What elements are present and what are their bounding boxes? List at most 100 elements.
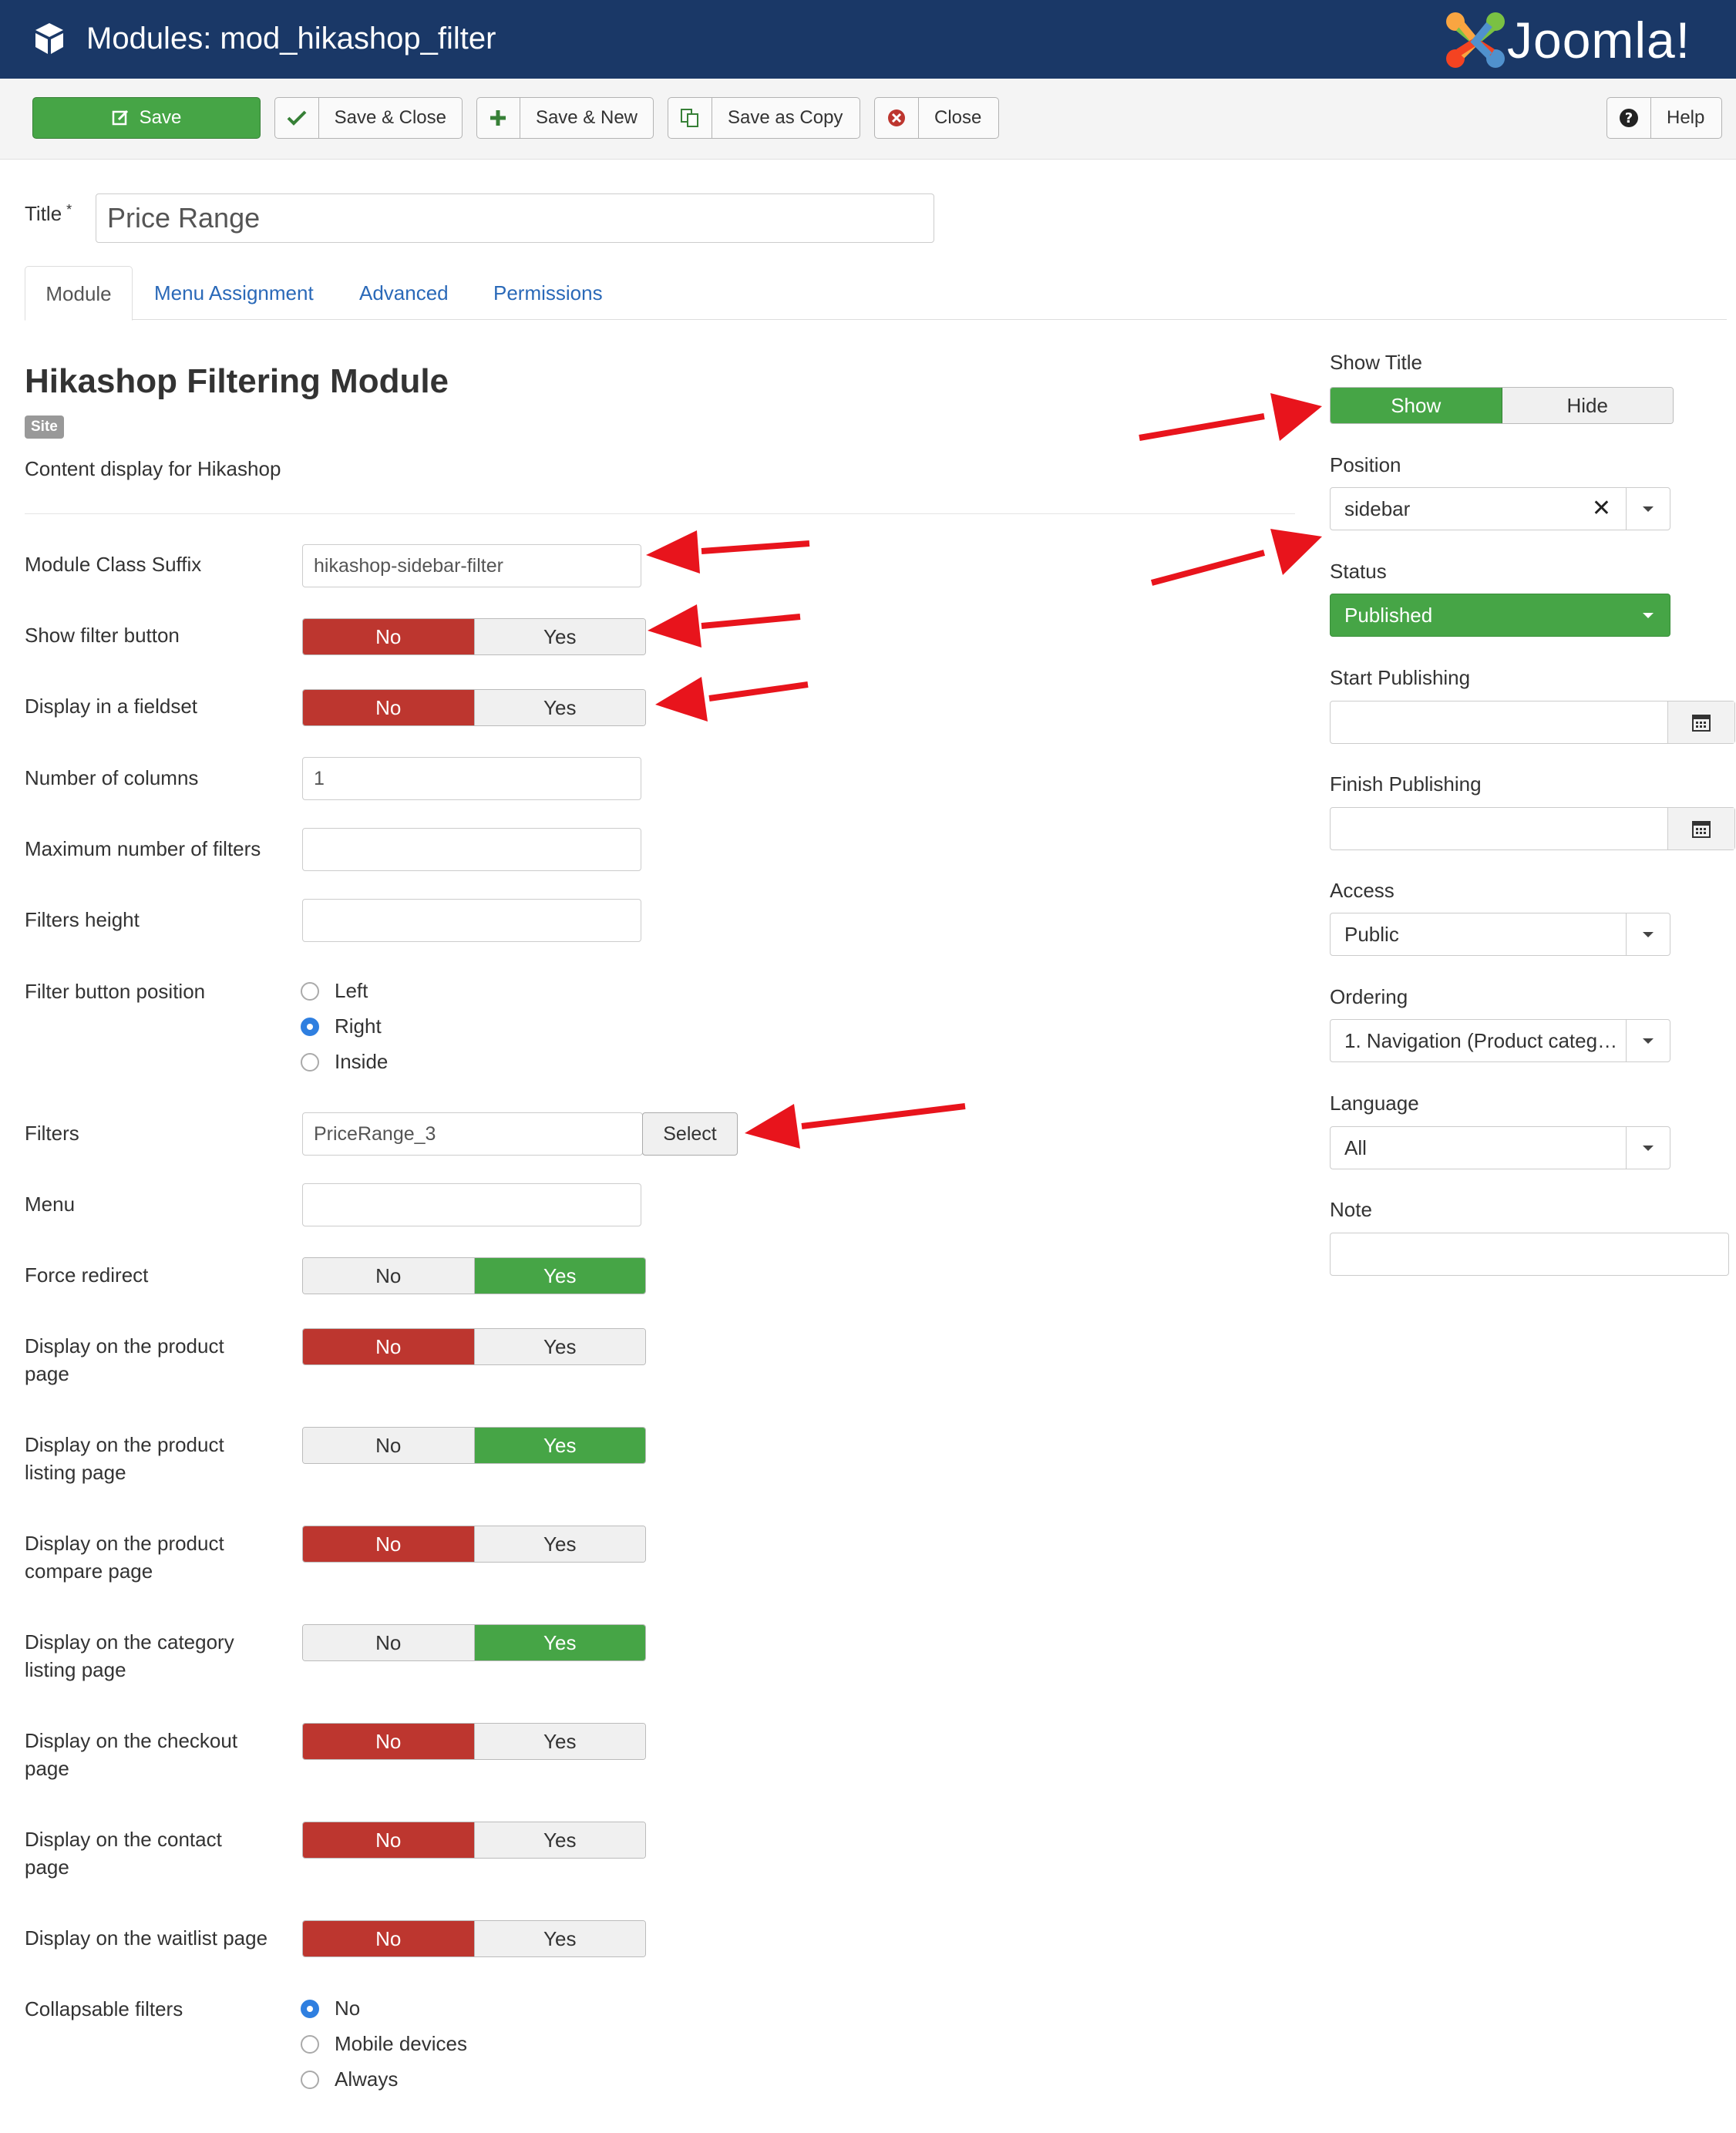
toggle-no[interactable]: No (303, 619, 475, 654)
max-filters-input[interactable] (302, 828, 641, 871)
access-select[interactable]: Public (1330, 913, 1670, 956)
top-header: Modules: mod_hikashop_filter Joomla! (0, 0, 1736, 79)
radio-left[interactable]: Left (301, 979, 368, 1003)
product-listing-toggle[interactable]: No Yes (302, 1427, 646, 1464)
class-suffix-input[interactable]: hikashop-sidebar-filter (302, 544, 641, 587)
save-as-copy-button[interactable]: Save as Copy (668, 97, 860, 139)
position-select[interactable]: sidebar ✕ (1330, 487, 1670, 530)
edit-icon (112, 98, 130, 138)
arrow-show-filter (648, 604, 801, 648)
clear-x-icon[interactable]: ✕ (1592, 488, 1611, 530)
toggle-yes[interactable]: Yes (474, 1428, 645, 1463)
start-publishing-input[interactable] (1330, 701, 1735, 744)
radio-circle[interactable] (301, 2034, 319, 2054)
toggle-no[interactable]: No (303, 1921, 475, 1956)
page-title: Modules: mod_hikashop_filter (86, 22, 496, 56)
ordering-select[interactable]: 1. Navigation (Product categ… (1330, 1019, 1670, 1062)
finish-publishing-input[interactable] (1330, 807, 1735, 850)
plus-icon (477, 98, 520, 138)
chevron-down-icon[interactable] (1626, 913, 1670, 955)
product-compare-toggle[interactable]: No Yes (302, 1526, 646, 1563)
toggle-no[interactable]: No (303, 690, 475, 725)
filters-height-label: Filters height (25, 908, 140, 931)
contact-page-label: Display on the contact page (25, 1828, 222, 1879)
filter-button-position-label: Filter button position (25, 980, 206, 1003)
radio-circle[interactable] (301, 1052, 319, 1072)
show-filter-button-toggle[interactable]: No Yes (302, 618, 646, 655)
toggle-yes[interactable]: Yes (474, 1724, 645, 1759)
toggle-yes[interactable]: Yes (474, 619, 645, 654)
product-page-toggle[interactable]: No Yes (302, 1328, 646, 1365)
radio-circle-checked[interactable] (301, 1017, 319, 1036)
start-publishing-label: Start Publishing (1330, 666, 1471, 689)
note-input[interactable] (1330, 1233, 1729, 1276)
toggle-yes[interactable]: Yes (474, 1258, 645, 1294)
contact-page-toggle[interactable]: No Yes (302, 1822, 646, 1859)
radio-circle-checked[interactable] (301, 1999, 319, 2018)
radio-collapse-always[interactable]: Always (301, 2067, 398, 2091)
tab-permissions[interactable]: Permissions (493, 266, 603, 320)
toggle-yes[interactable]: Yes (474, 1625, 645, 1660)
force-redirect-toggle[interactable]: No Yes (302, 1257, 646, 1294)
radio-right[interactable]: Right (301, 1014, 382, 1038)
chevron-down-icon[interactable] (1627, 594, 1670, 636)
filters-label: Filters (25, 1122, 79, 1145)
page: { "header": { "title": "Modules: mod_hik… (0, 0, 1736, 2133)
filters-height-input[interactable] (302, 899, 641, 942)
toggle-no[interactable]: No (303, 1526, 475, 1562)
save-button[interactable]: Save (32, 97, 261, 139)
waitlist-page-label: Display on the waitlist page (25, 1926, 268, 1950)
toggle-yes[interactable]: Yes (474, 1822, 645, 1858)
ordering-label: Ordering (1330, 985, 1408, 1008)
status-select[interactable]: Published (1330, 594, 1670, 637)
tab-module[interactable]: Module (25, 266, 133, 321)
tab-menu-assignment[interactable]: Menu Assignment (154, 266, 314, 320)
display-fieldset-toggle[interactable]: No Yes (302, 689, 646, 726)
calendar-icon[interactable] (1667, 808, 1734, 849)
toggle-no[interactable]: No (303, 1724, 475, 1759)
close-button[interactable]: Close (874, 97, 999, 139)
language-label: Language (1330, 1092, 1419, 1115)
radio-circle[interactable] (301, 2070, 319, 2089)
language-select[interactable]: All (1330, 1126, 1670, 1169)
chevron-down-icon[interactable] (1626, 488, 1670, 530)
save-close-button[interactable]: Save & Close (274, 97, 463, 139)
toggle-no[interactable]: No (303, 1625, 475, 1660)
toggle-yes[interactable]: Yes (474, 690, 645, 725)
toggle-no[interactable]: No (303, 1329, 475, 1364)
toggle-yes[interactable]: Yes (474, 1329, 645, 1364)
title-input[interactable]: Price Range (96, 193, 934, 243)
menu-input[interactable] (302, 1183, 641, 1226)
show-title-toggle[interactable]: Show Hide (1330, 387, 1674, 424)
finish-publishing-label: Finish Publishing (1330, 772, 1482, 796)
filters-select-button[interactable]: Select (642, 1112, 738, 1156)
radio-collapse-no[interactable]: No (301, 1997, 360, 2020)
radio-circle[interactable] (301, 981, 319, 1001)
collapsable-label: Collapsable filters (25, 1997, 183, 2020)
radio-inside[interactable]: Inside (301, 1050, 388, 1074)
toggle-no[interactable]: No (303, 1258, 475, 1294)
toggle-yes[interactable]: Yes (474, 1526, 645, 1562)
arrow-fieldset (655, 677, 809, 722)
toggle-hide[interactable]: Hide (1502, 388, 1673, 423)
calendar-icon[interactable] (1667, 701, 1734, 743)
toggle-show[interactable]: Show (1331, 388, 1502, 423)
chevron-down-icon[interactable] (1626, 1127, 1670, 1169)
tab-advanced[interactable]: Advanced (359, 266, 449, 320)
site-badge: Site (25, 415, 64, 439)
columns-input[interactable]: 1 (302, 757, 641, 800)
toggle-no[interactable]: No (303, 1428, 475, 1463)
checkout-page-toggle[interactable]: No Yes (302, 1723, 646, 1760)
help-button[interactable]: ? Help (1606, 97, 1722, 139)
waitlist-page-toggle[interactable]: No Yes (302, 1920, 646, 1957)
class-suffix-label: Module Class Suffix (25, 553, 202, 576)
radio-collapse-mobile[interactable]: Mobile devices (301, 2032, 467, 2056)
save-new-button[interactable]: Save & New (476, 97, 654, 139)
toggle-yes[interactable]: Yes (474, 1921, 645, 1956)
toggle-no[interactable]: No (303, 1822, 475, 1858)
arrow-position (1150, 529, 1322, 586)
filters-input[interactable]: PriceRange_3 (302, 1112, 643, 1156)
category-listing-toggle[interactable]: No Yes (302, 1624, 646, 1661)
max-filters-label: Maximum number of filters (25, 837, 261, 860)
chevron-down-icon[interactable] (1626, 1020, 1670, 1061)
